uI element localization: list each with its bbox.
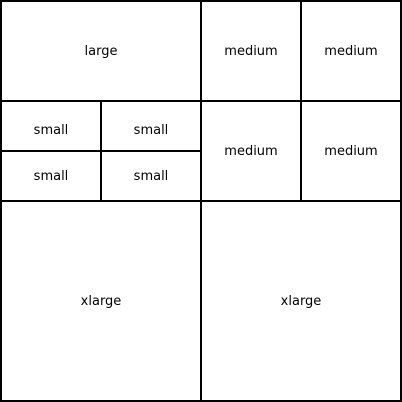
cell-label: small xyxy=(133,168,169,184)
cell-label: small xyxy=(33,168,69,184)
cell-label: large xyxy=(84,43,118,59)
cell-label: medium xyxy=(224,43,278,59)
cell-small: small xyxy=(2,152,100,200)
grid-diagram: large medium medium small small small sm… xyxy=(0,0,402,402)
cell-small: small xyxy=(2,110,100,150)
cell-large: large xyxy=(2,2,200,100)
cell-small: small xyxy=(102,152,200,200)
cell-medium: medium xyxy=(202,2,300,100)
cell-medium: medium xyxy=(302,2,400,100)
cell-label: medium xyxy=(324,43,378,59)
cell-medium: medium xyxy=(302,102,400,200)
cell-label: medium xyxy=(224,143,278,159)
cell-label: xlarge xyxy=(280,293,322,309)
cell-label: xlarge xyxy=(80,293,122,309)
cell-xlarge: xlarge xyxy=(2,202,200,400)
cell-small: small xyxy=(102,110,200,150)
cell-label: small xyxy=(33,122,69,138)
cell-medium: medium xyxy=(202,102,300,200)
cell-label: medium xyxy=(324,143,378,159)
cell-label: small xyxy=(133,122,169,138)
cell-xlarge: xlarge xyxy=(202,202,400,400)
